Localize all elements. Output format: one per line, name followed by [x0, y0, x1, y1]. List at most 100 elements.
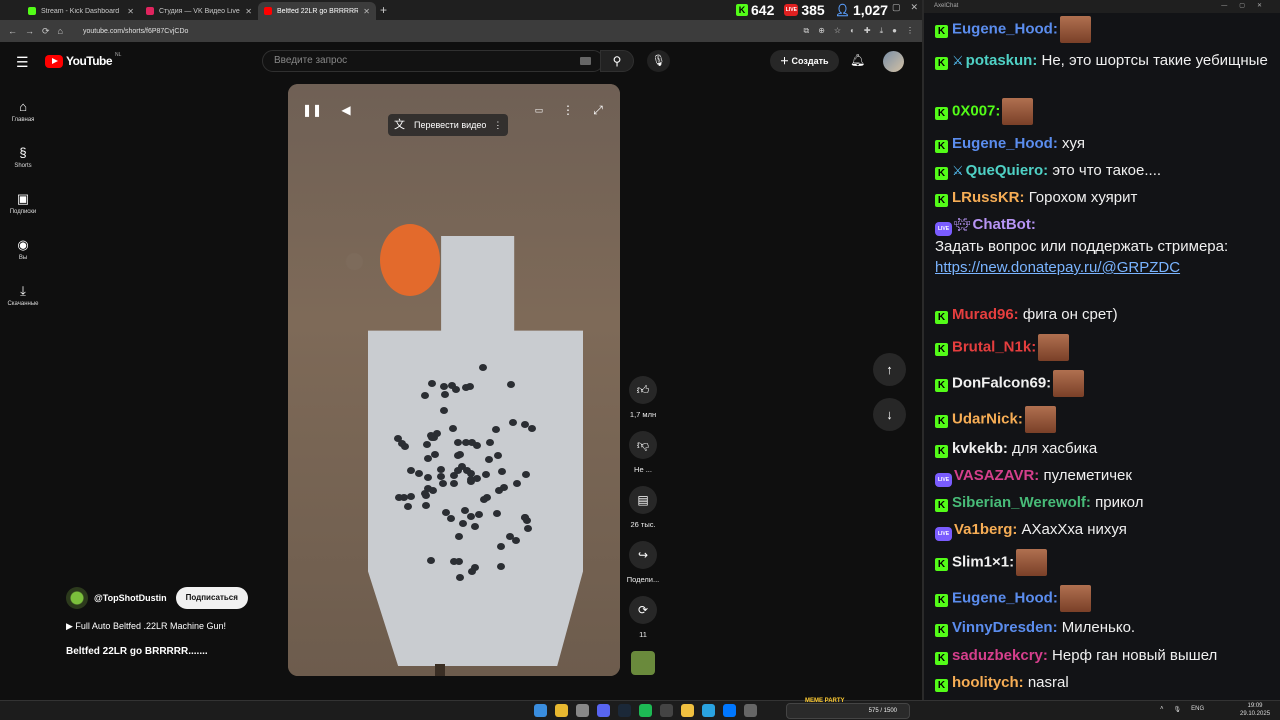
nav-item-shorts[interactable]: § Shorts — [0, 134, 46, 180]
puzzle-icon[interactable]: ✚ — [864, 26, 871, 36]
dislike-icon[interactable]: 👎︎ — [629, 431, 657, 459]
channel-thumbnail[interactable] — [631, 651, 655, 675]
channel-name[interactable]: @TopShotDustin — [94, 593, 167, 603]
chat-username[interactable]: ChatBot: — [973, 216, 1036, 233]
url-field[interactable]: youtube.com/shorts/f6P87CvjCDo — [83, 28, 795, 35]
fullscreen-button[interactable]: ⤢ — [587, 99, 609, 121]
keyboard-icon[interactable] — [580, 57, 591, 65]
chat-username[interactable]: 0X007: — [952, 102, 1000, 119]
browser-tab[interactable]: Beltfed 22LR go BRRRRR... ✕ — [258, 2, 376, 20]
home-browser-icon[interactable]: ⌂ — [58, 26, 63, 36]
next-short-button[interactable]: ↓ — [873, 398, 906, 431]
app-icon[interactable] — [744, 704, 757, 717]
short-video[interactable]: ❚❚ ◀ ▭ ⋮ ⤢ 文 Перевести видео ⋮ — [288, 84, 620, 676]
chat-username[interactable]: DonFalcon69: — [952, 374, 1051, 391]
share-action[interactable]: ↪ Подели... — [620, 541, 666, 584]
chat-username[interactable]: VinnyDresden: — [952, 619, 1058, 636]
browser-tab[interactable]: Студия — VK Видео Live ✕ — [140, 2, 258, 20]
reload-icon[interactable]: ⟳ — [42, 26, 50, 37]
steam-icon[interactable] — [618, 704, 631, 717]
chat-username[interactable]: Brutal_N1k: — [952, 338, 1036, 355]
close-icon[interactable]: ✕ — [910, 2, 918, 13]
nav-item-download[interactable]: ⤓ Скачанные — [0, 272, 46, 318]
profile-icon[interactable]: ● — [892, 26, 897, 36]
close-tab-icon[interactable]: ✕ — [127, 7, 134, 16]
chat-username[interactable]: Murad96: — [952, 306, 1019, 323]
dislike-action[interactable]: 👎︎ Не ... — [620, 431, 666, 474]
mic-tray-icon[interactable]: 🎙︎ — [1174, 706, 1182, 713]
nav-item-home[interactable]: ⌂ Главная — [0, 88, 46, 134]
language-indicator[interactable]: ENG — [1191, 706, 1204, 713]
nav-item-subscriptions[interactable]: ▣ Подписки — [0, 180, 46, 226]
search-button[interactable]: ⚲ — [600, 50, 634, 72]
youtube-logo[interactable]: YouTube NL — [45, 52, 121, 68]
donate-link[interactable]: https://new.donatepay.ru/@GRPZDC — [935, 259, 1180, 276]
subscribe-button[interactable]: Подписаться — [175, 587, 248, 609]
vk-icon[interactable] — [723, 704, 736, 717]
chat-username[interactable]: hoolitych: — [952, 674, 1024, 691]
close-tab-icon[interactable]: ✕ — [245, 7, 252, 16]
chat-username[interactable]: kvkekb: — [952, 440, 1008, 457]
bell-icon[interactable]: 🔔︎ — [850, 53, 865, 67]
remix-icon[interactable]: ⟳ — [629, 596, 657, 624]
cast-icon[interactable]: ⧉ — [803, 26, 809, 36]
chat-username[interactable]: UdarNick: — [952, 410, 1023, 427]
like-icon[interactable]: 👍︎ — [629, 376, 657, 404]
chat-username[interactable]: Eugene_Hood: — [952, 20, 1058, 37]
comment-icon[interactable]: ▤ — [629, 486, 657, 514]
comment-action[interactable]: ▤ 26 тыс. — [620, 486, 666, 529]
chat-username[interactable]: Siberian_Werewolf: — [952, 494, 1091, 511]
share-icon[interactable]: ↪ — [629, 541, 657, 569]
pause-button[interactable]: ❚❚ — [301, 99, 323, 121]
chevron-up-icon[interactable]: ˄ — [1160, 706, 1164, 713]
translate-more-icon[interactable]: ⋮ — [493, 114, 502, 136]
volume-button[interactable]: ◀ — [335, 99, 357, 121]
cc-button[interactable]: ▭ — [528, 99, 550, 121]
windows-icon[interactable] — [534, 704, 547, 717]
chat-window-controls[interactable]: —▢✕ — [1221, 0, 1274, 13]
spotify-icon[interactable] — [639, 704, 652, 717]
back-icon[interactable]: ← — [8, 26, 17, 36]
channel-avatar[interactable] — [66, 587, 88, 609]
menu-icon[interactable]: ⋮ — [906, 26, 914, 36]
star-icon[interactable]: ☆ — [834, 26, 841, 36]
avatar[interactable] — [883, 51, 904, 72]
zoom-icon[interactable]: ⊕ — [818, 26, 825, 36]
chat-username[interactable]: QueQuiero: — [966, 162, 1049, 179]
maximize-icon[interactable]: ▢ — [892, 2, 901, 13]
search-input[interactable]: Введите запрос — [262, 50, 604, 72]
chrome-icon[interactable] — [555, 704, 568, 717]
like-action[interactable]: 👍︎ 1,7 млн — [620, 376, 666, 419]
chat-username[interactable]: VASAZAVR: — [954, 467, 1039, 484]
translate-video-button[interactable]: 文 Перевести видео ⋮ — [388, 114, 509, 136]
discord-icon[interactable] — [597, 704, 610, 717]
remix-action[interactable]: ⟳ 11 — [620, 596, 666, 639]
nav-item-you[interactable]: ◉ Вы — [0, 226, 46, 272]
more-button[interactable]: ⋮ — [557, 99, 579, 121]
minimize-icon[interactable]: — — [873, 2, 882, 13]
create-button[interactable]: ＋ Создать — [770, 50, 839, 72]
close-tab-icon[interactable]: ✕ — [363, 7, 370, 16]
chat-username[interactable]: Eugene_Hood: — [952, 135, 1058, 152]
chat-username[interactable]: saduzbekcry: — [952, 647, 1048, 664]
previous-short-button[interactable]: ↑ — [873, 353, 906, 386]
meme-party-widget[interactable]: MEME PARTY 575 / 1500 — [786, 698, 910, 719]
clock[interactable]: 19:09 29.10.2025 — [1240, 702, 1270, 718]
chat-username[interactable]: potaskun: — [966, 52, 1038, 69]
chat-username[interactable]: Eugene_Hood: — [952, 589, 1058, 606]
hamburger-icon[interactable]: ☰ — [16, 54, 29, 71]
extension-icon[interactable]: ◐ — [850, 26, 855, 36]
obs-icon[interactable] — [660, 704, 673, 717]
chat-username[interactable]: Slim1×1: — [952, 553, 1014, 570]
search-taskbar-icon[interactable] — [576, 704, 589, 717]
chat-username[interactable]: LRussKR: — [952, 189, 1025, 206]
mic-button[interactable]: 🎙︎ — [647, 50, 670, 72]
forward-icon[interactable]: → — [25, 26, 34, 36]
explorer-icon[interactable] — [681, 704, 694, 717]
chat-username[interactable]: Va1berg: — [954, 521, 1017, 538]
new-tab-button[interactable]: + — [380, 3, 387, 17]
telegram-icon[interactable] — [702, 704, 715, 717]
related-video-link[interactable]: ▶ Full Auto Beltfed .22LR Machine Gun! — [66, 621, 226, 632]
browser-tab[interactable]: Stream - Kick Dashboard ✕ — [22, 2, 140, 20]
download-browser-icon[interactable]: ⤓ — [880, 26, 884, 36]
